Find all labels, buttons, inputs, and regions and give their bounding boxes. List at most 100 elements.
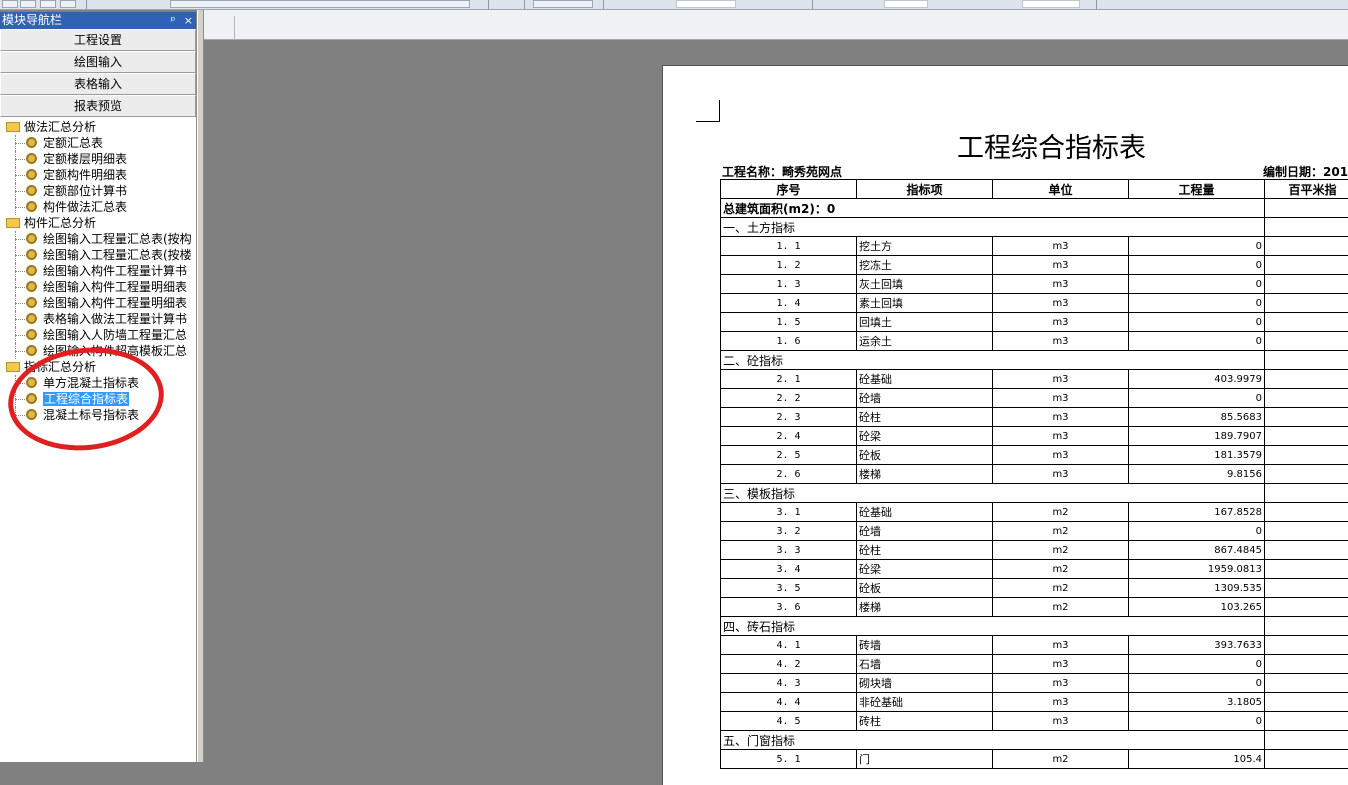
section-title: 五、门窗指标	[721, 731, 1265, 750]
close-icon[interactable]: ×	[184, 14, 193, 27]
tree-item[interactable]: 绘图输入构件工程量明细表	[0, 295, 196, 311]
tree-item[interactable]: 定额楼层明细表	[0, 151, 196, 167]
tree-label: 绘图输入人防墙工程量汇总	[43, 328, 187, 342]
qty-cell: 85.5683	[1129, 408, 1265, 427]
section-title: 三、模板指标	[721, 484, 1265, 503]
tree-label: 表格输入做法工程量计算书	[43, 312, 187, 326]
unit-cell: m3	[993, 313, 1129, 332]
project-name: 工程名称：畸秀苑网点	[722, 163, 842, 180]
item-cell: 砼板	[857, 446, 993, 465]
tree-label: 绘图输入工程量汇总表(按构	[43, 232, 192, 246]
panel-splitter[interactable]	[197, 10, 204, 762]
toolbar-button-group[interactable]	[170, 0, 470, 8]
qty-cell: 0	[1129, 237, 1265, 256]
toolbar-button-group[interactable]	[533, 0, 593, 8]
seq-cell: 3. 2	[721, 522, 857, 541]
table-row: 2. 6楼梯m39.8156	[721, 465, 1348, 484]
seq-cell: 3. 6	[721, 598, 857, 617]
tree-group[interactable]: 构件汇总分析	[0, 215, 196, 231]
table-row: 2. 4砼梁m3189.7907	[721, 427, 1348, 446]
seq-cell: 1. 5	[721, 313, 857, 332]
tree-connector	[15, 287, 25, 288]
tree-connector	[15, 175, 25, 176]
per100-cell	[1265, 446, 1348, 465]
qty-cell: 0	[1129, 712, 1265, 731]
unit-cell: m2	[993, 560, 1129, 579]
item-cell: 砌块墙	[857, 674, 993, 693]
tree-label: 绘图输入构件工程量计算书	[43, 264, 187, 278]
unit-cell: m3	[993, 275, 1129, 294]
table-cell	[1265, 218, 1348, 237]
item-cell: 砼墙	[857, 389, 993, 408]
table-cell	[1265, 484, 1348, 503]
seq-cell: 2. 3	[721, 408, 857, 427]
nav-button[interactable]: 表格输入	[0, 73, 196, 95]
item-cell: 楼梯	[857, 598, 993, 617]
tree-item[interactable]: 构件做法汇总表	[0, 199, 196, 215]
tree-item[interactable]: 定额部位计算书	[0, 183, 196, 199]
table-row: 2. 1砼基础m3403.9979	[721, 370, 1348, 389]
item-cell: 挖土方	[857, 237, 993, 256]
qty-cell: 0	[1129, 256, 1265, 275]
per100-cell	[1265, 750, 1348, 769]
panel-title: 模块导航栏	[2, 13, 62, 27]
per100-cell	[1265, 655, 1348, 674]
qty-cell: 0	[1129, 522, 1265, 541]
tree-item[interactable]: 定额构件明细表	[0, 167, 196, 183]
header-unit: 单位	[993, 180, 1129, 199]
pin-icon[interactable]: ᵖ	[171, 14, 176, 27]
table-row: 3. 3砼柱m2867.4845	[721, 541, 1348, 560]
seq-cell: 4. 5	[721, 712, 857, 731]
toolbar-button[interactable]	[60, 0, 76, 8]
unit-cell: m2	[993, 750, 1129, 769]
qty-cell: 1309.535	[1129, 579, 1265, 598]
tree-item[interactable]: 绘图输入工程量汇总表(按楼	[0, 247, 196, 263]
toolbar-input[interactable]	[676, 0, 736, 8]
per100-cell	[1265, 256, 1348, 275]
nav-button[interactable]: 报表预览	[0, 95, 196, 117]
nav-button[interactable]: 绘图输入	[0, 51, 196, 73]
nav-button[interactable]: 工程设置	[0, 29, 196, 51]
header-item: 指标项	[857, 180, 993, 199]
toolbar-button[interactable]	[40, 0, 56, 8]
total-area-row: 总建筑面积(m2)：0	[721, 199, 1348, 218]
table-row: 5. 1门m2105.4	[721, 750, 1348, 769]
seq-cell: 3. 3	[721, 541, 857, 560]
seq-cell: 5. 1	[721, 750, 857, 769]
tree-item[interactable]: 绘图输入人防墙工程量汇总	[0, 327, 196, 343]
qty-cell: 0	[1129, 332, 1265, 351]
tree-connector	[15, 255, 25, 256]
tree-item[interactable]: 绘图输入构件工程量计算书	[0, 263, 196, 279]
unit-cell: m3	[993, 446, 1129, 465]
tree-group[interactable]: 做法汇总分析	[0, 119, 196, 135]
section-row: 三、模板指标	[721, 484, 1348, 503]
toolbar-button[interactable]	[20, 0, 36, 8]
table-row: 2. 3砼柱m385.5683	[721, 408, 1348, 427]
item-cell: 砼柱	[857, 541, 993, 560]
report-gear-icon	[26, 185, 37, 196]
toolbar-separator	[524, 0, 525, 10]
toolbar-input[interactable]	[884, 0, 928, 8]
header-seq: 序号	[721, 180, 857, 199]
table-row: 3. 6楼梯m2103.265	[721, 598, 1348, 617]
nav-button-list: 工程设置绘图输入表格输入报表预览	[0, 29, 196, 117]
unit-cell: m3	[993, 636, 1129, 655]
tree-item[interactable]: 绘图输入工程量汇总表(按构	[0, 231, 196, 247]
section-row: 二、砼指标	[721, 351, 1348, 370]
toolbar-button[interactable]	[2, 0, 18, 8]
compile-date: 编制日期：201	[1263, 163, 1348, 180]
tree-connector	[15, 191, 25, 192]
report-gear-icon	[26, 329, 37, 340]
toolbar-input[interactable]	[1022, 0, 1080, 8]
tree-connector	[15, 303, 25, 304]
item-cell: 砼基础	[857, 370, 993, 389]
tree-item[interactable]: 表格输入做法工程量计算书	[0, 311, 196, 327]
item-cell: 灰土回填	[857, 275, 993, 294]
section-title: 二、砼指标	[721, 351, 1265, 370]
toolbar-separator	[86, 0, 87, 10]
tree-item[interactable]: 定额汇总表	[0, 135, 196, 151]
item-cell: 砖柱	[857, 712, 993, 731]
tree-item[interactable]: 绘图输入构件工程量明细表	[0, 279, 196, 295]
per100-cell	[1265, 560, 1348, 579]
seq-cell: 2. 2	[721, 389, 857, 408]
